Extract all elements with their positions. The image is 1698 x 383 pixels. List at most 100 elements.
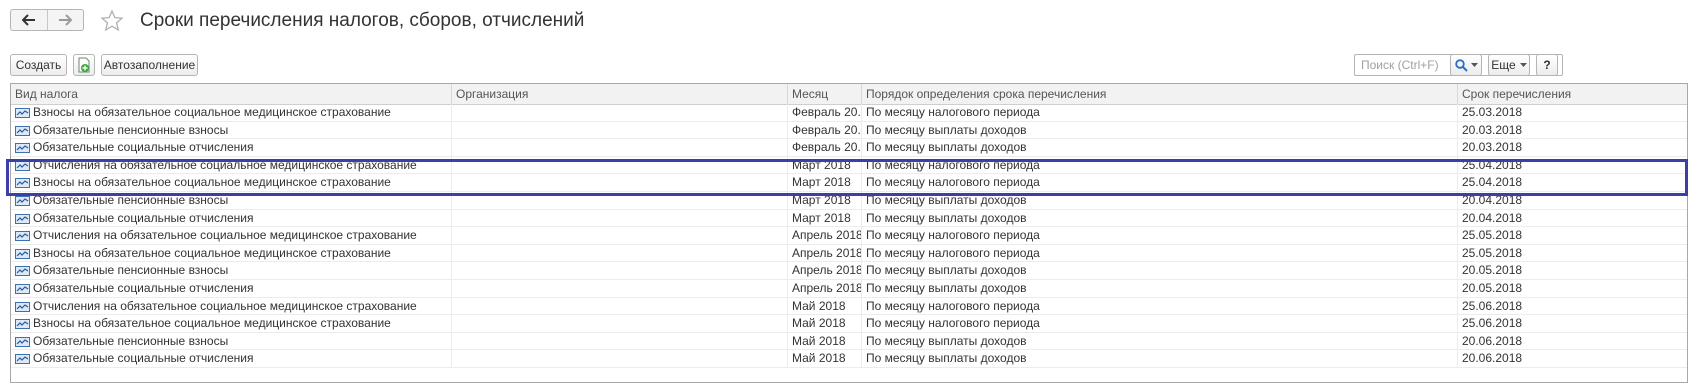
row-tax-type: Обязательные социальные отчисления xyxy=(11,280,452,297)
row-tax-type: Взносы на обязательное социальное медици… xyxy=(11,174,452,192)
row-deadline: 25.06.2018 xyxy=(1462,298,1523,313)
row-tax-type: Отчисления на обязательное социальное ме… xyxy=(11,227,452,245)
row-month: Февраль 20... xyxy=(788,104,862,121)
title-bar: Сроки перечисления налогов, сборов, отчи… xyxy=(0,0,1698,44)
search-button[interactable] xyxy=(1450,54,1482,76)
add-copy-icon xyxy=(78,57,90,73)
table-row[interactable]: Обязательные пенсионные взносы Март 2018 П… xyxy=(11,192,1687,210)
page-title: Сроки перечисления налогов, сборов, отчи… xyxy=(140,10,585,31)
row-month: Апрель 2018 xyxy=(788,262,862,280)
catalog-item-icon xyxy=(15,178,30,189)
row-deadline: 20.06.2018 xyxy=(1462,351,1523,366)
row-tax-type: Обязательные пенсионные взносы xyxy=(11,262,452,280)
navigation-buttons xyxy=(10,9,84,31)
table-row[interactable]: Обязательные пенсионные взносы Май 2018 По… xyxy=(11,332,1687,351)
row-organization xyxy=(452,244,788,262)
row-month: Май 2018 xyxy=(788,315,862,333)
star-icon[interactable] xyxy=(100,9,124,33)
table-row[interactable]: Обязательные пенсионные взносы Апрель 201… xyxy=(11,262,1687,280)
row-organization xyxy=(452,174,788,192)
row-tax-type: Обязательные социальные отчисления xyxy=(11,209,452,227)
row-deadline-method: По месяцу выплаты доходов xyxy=(862,209,1458,227)
row-deadline-method: По месяцу налогового периода xyxy=(862,297,1458,315)
table-row[interactable]: Взносы на обязательное социальное медици… xyxy=(11,315,1687,333)
arrow-right-icon xyxy=(59,14,73,26)
column-header-deadline-method[interactable]: Порядок определения срока перечисления xyxy=(862,84,1458,104)
row-organization xyxy=(452,280,788,297)
row-deadline: 25.03.2018 xyxy=(1462,105,1523,119)
row-month: Май 2018 xyxy=(788,350,862,368)
row-organization xyxy=(452,297,788,315)
row-month: Апрель 2018 xyxy=(788,244,862,262)
row-month: Май 2018 xyxy=(788,332,862,350)
catalog-item-icon xyxy=(15,248,30,259)
catalog-item-icon xyxy=(15,108,30,118)
table-header: Вид налога Организация Месяц Порядок опр… xyxy=(11,84,1687,105)
row-organization xyxy=(452,227,788,245)
catalog-item-icon xyxy=(15,354,30,365)
row-tax-type: Взносы на обязательное социальное медици… xyxy=(11,244,452,262)
row-month: Февраль 20... xyxy=(788,121,862,139)
command-bar: Создать Автозаполнение Поиск (Ctrl+F) × … xyxy=(0,52,1698,78)
search-placeholder: Поиск (Ctrl+F) xyxy=(1361,58,1439,72)
row-deadline: 25.04.2018 xyxy=(1462,157,1523,172)
row-deadline: 20.03.2018 xyxy=(1462,140,1523,155)
table-row[interactable]: Взносы на обязательное социальное медици… xyxy=(11,244,1687,263)
copy-button[interactable] xyxy=(73,54,95,76)
table-row[interactable]: Взносы на обязательное социальное медици… xyxy=(11,174,1687,192)
row-organization xyxy=(452,209,788,227)
table-row[interactable]: Обязательные социальные отчисления Апрель… xyxy=(11,280,1687,298)
row-deadline: 20.05.2018 xyxy=(1462,263,1523,278)
catalog-item-icon xyxy=(15,143,30,154)
row-deadline: 20.03.2018 xyxy=(1462,122,1523,137)
row-month: Апрель 2018 xyxy=(788,280,862,297)
autofill-button[interactable]: Автозаполнение xyxy=(101,54,198,76)
row-deadline-method: По месяцу налогового периода xyxy=(862,315,1458,333)
table-row[interactable]: Отчисления на обязательное социальное ме… xyxy=(11,156,1687,175)
catalog-item-icon xyxy=(15,160,30,171)
table-row[interactable]: Обязательные пенсионные взносы Февраль 20… xyxy=(11,121,1687,140)
row-month: Март 2018 xyxy=(788,174,862,192)
catalog-item-icon xyxy=(15,319,30,330)
row-tax-type: Обязательные социальные отчисления xyxy=(11,350,452,368)
column-header-month[interactable]: Месяц xyxy=(788,84,862,104)
row-deadline-method: По месяцу выплаты доходов xyxy=(862,262,1458,280)
column-header-tax-type[interactable]: Вид налога xyxy=(11,84,452,104)
catalog-item-icon xyxy=(15,266,30,277)
row-deadline-method: По месяцу выплаты доходов xyxy=(862,192,1458,209)
table-row[interactable]: Взносы на обязательное социальное медици… xyxy=(11,104,1687,122)
row-deadline-method: По месяцу налогового периода xyxy=(862,244,1458,262)
catalog-item-icon xyxy=(15,336,30,347)
table-row[interactable]: Обязательные социальные отчисления Март 2… xyxy=(11,209,1687,228)
row-deadline-method: По месяцу налогового периода xyxy=(862,174,1458,192)
column-header-deadline[interactable]: Срок перечисления xyxy=(1458,84,1687,104)
catalog-item-icon xyxy=(15,213,30,224)
table-row[interactable]: Отчисления на обязательное социальное ме… xyxy=(11,227,1687,245)
row-month: Апрель 2018 xyxy=(788,227,862,245)
row-month: Май 2018 xyxy=(788,297,862,315)
row-tax-type: Обязательные пенсионные взносы xyxy=(11,332,452,350)
create-button[interactable]: Создать xyxy=(10,54,67,76)
row-deadline: 20.06.2018 xyxy=(1462,333,1523,348)
catalog-item-icon xyxy=(15,231,30,242)
row-organization xyxy=(452,139,788,157)
table-row[interactable]: Обязательные социальные отчисления Май 20… xyxy=(11,350,1687,368)
chevron-down-icon xyxy=(1470,63,1478,67)
table-row[interactable]: Обязательные социальные отчисления Феврал… xyxy=(11,139,1687,157)
row-tax-type: Отчисления на обязательное социальное ме… xyxy=(11,297,452,315)
forward-button[interactable] xyxy=(46,10,84,30)
tax-deadlines-table: Вид налога Организация Месяц Порядок опр… xyxy=(10,83,1688,383)
more-button[interactable]: Еще xyxy=(1488,54,1530,76)
row-deadline-method: По месяцу налогового периода xyxy=(862,104,1458,121)
catalog-item-icon xyxy=(15,196,30,206)
help-button[interactable]: ? xyxy=(1536,54,1558,76)
row-organization xyxy=(452,332,788,350)
row-deadline: 25.05.2018 xyxy=(1462,245,1523,260)
table-row[interactable]: Отчисления на обязательное социальное ме… xyxy=(11,297,1687,316)
arrow-left-icon xyxy=(21,14,35,26)
row-organization xyxy=(452,156,788,174)
row-deadline: 20.04.2018 xyxy=(1462,193,1523,207)
row-deadline-method: По месяцу налогового периода xyxy=(862,227,1458,245)
back-button[interactable] xyxy=(11,10,47,30)
column-header-organization[interactable]: Организация xyxy=(452,84,788,104)
